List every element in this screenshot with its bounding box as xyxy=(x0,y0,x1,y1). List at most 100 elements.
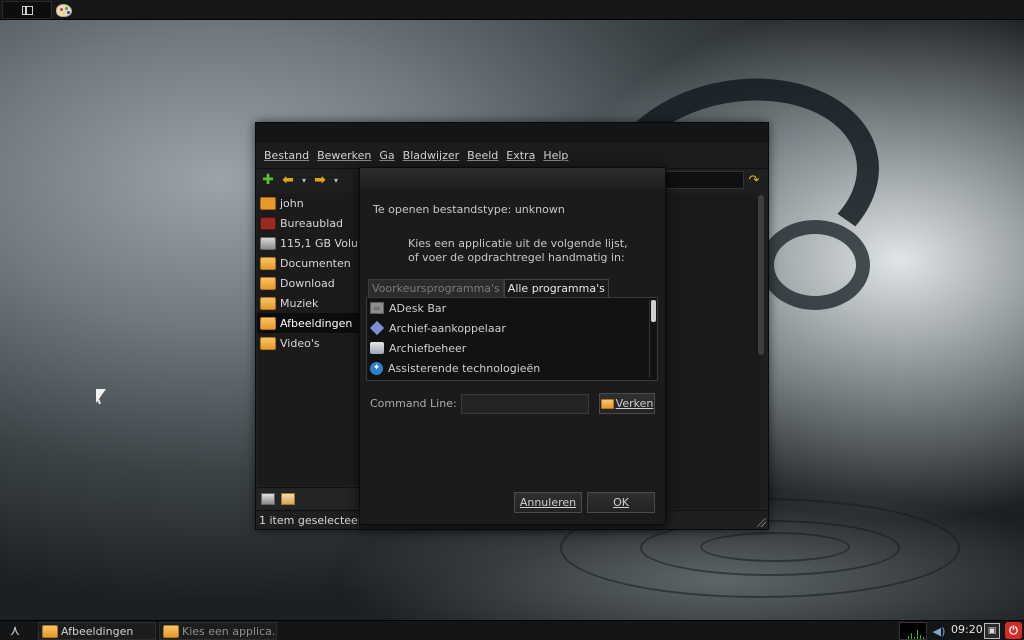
menu-help[interactable]: Help xyxy=(543,149,568,162)
task-label: Kies een applica... xyxy=(182,624,277,638)
arrow-right-icon: ➡ xyxy=(314,172,326,188)
ok-button[interactable]: OK xyxy=(587,492,655,513)
tab-preferred-programs[interactable]: Voorkeursprogramma's xyxy=(368,279,504,297)
ok-label: OK xyxy=(613,496,629,509)
folder-open-icon xyxy=(600,398,614,409)
browse-button[interactable]: Verken xyxy=(599,393,655,414)
command-line-input[interactable] xyxy=(461,394,589,414)
browse-label: Verken xyxy=(615,397,654,410)
water-ripple-decoration xyxy=(700,532,850,562)
menu-ga[interactable]: Ga xyxy=(379,149,394,162)
sidebar-item-desktop[interactable]: Bureaublad xyxy=(257,213,361,233)
app-label: Archiefbeheer xyxy=(389,341,467,355)
menu-extra[interactable]: Extra xyxy=(506,149,535,162)
task-label: Afbeeldingen xyxy=(61,624,134,638)
application-list: ▭ ADesk Bar Archief-aankoppelaar Archief… xyxy=(366,297,658,381)
sidebar-item-documenten[interactable]: Documenten xyxy=(257,253,361,273)
archive-mounter-icon xyxy=(369,320,385,336)
chevron-down-icon: ▾ xyxy=(333,175,338,185)
back-history-dropdown[interactable]: ▾ xyxy=(300,176,308,185)
cpu-monitor[interactable] xyxy=(899,622,927,640)
sidebar-item-label: Download xyxy=(280,276,335,290)
app-tabs: Voorkeursprogramma's Alle programma's xyxy=(368,279,609,297)
folder-icon xyxy=(163,624,179,638)
water-splash-decoration xyxy=(760,220,870,310)
arrow-left-icon: ⬅ xyxy=(282,172,294,188)
app-label: Archief-aankoppelaar xyxy=(389,321,506,335)
sidebar-item-videos[interactable]: Video's xyxy=(257,333,361,353)
sidebar-item-label: 115,1 GB Volume xyxy=(280,236,361,250)
new-tab-button[interactable]: ✚ xyxy=(260,172,276,188)
menu-bewerken[interactable]: Bewerken xyxy=(317,149,371,162)
lock-screen-icon[interactable]: ▣ xyxy=(984,623,1000,639)
plus-icon: ✚ xyxy=(262,172,274,188)
resize-grip[interactable] xyxy=(757,518,766,527)
folder-icon xyxy=(260,276,276,290)
back-button[interactable]: ⬅ xyxy=(280,172,296,188)
folder-icon xyxy=(42,624,58,638)
file-view[interactable] xyxy=(664,193,760,509)
taskbar: ⋏ Afbeeldingen Kies een applica... ◀) 09… xyxy=(0,620,1024,640)
status-text: 1 item geselecteerd xyxy=(259,513,370,527)
archive-manager-icon xyxy=(370,342,384,354)
sidebar-item-afbeeldingen[interactable]: Afbeeldingen xyxy=(257,313,361,333)
task-file-manager[interactable]: Afbeeldingen xyxy=(38,622,156,640)
start-menu-button[interactable]: ⋏ xyxy=(2,622,28,640)
sidebar-item-home[interactable]: john xyxy=(257,193,361,213)
forward-button[interactable]: ➡ xyxy=(312,172,328,188)
sidebar-places: john Bureaublad 115,1 GB Volume Document… xyxy=(257,193,361,485)
scrollbar-thumb[interactable] xyxy=(651,300,656,322)
open-with-dialog: Te openen bestandstype: unknown Kies een… xyxy=(359,167,666,525)
mouse-cursor-icon xyxy=(96,389,106,403)
desktop-icon xyxy=(260,216,276,230)
menu-beeld[interactable]: Beeld xyxy=(467,149,498,162)
task-open-with-dialog[interactable]: Kies een applica... xyxy=(159,622,277,640)
paint-palette-icon xyxy=(56,3,72,17)
location-bar[interactable] xyxy=(664,171,744,189)
cancel-button[interactable]: Annuleren xyxy=(514,492,582,513)
folder-icon xyxy=(260,296,276,310)
tree-view-button[interactable] xyxy=(281,492,295,505)
filetype-row: Te openen bestandstype: unknown xyxy=(373,203,565,216)
sidebar-item-label: Documenten xyxy=(280,256,351,270)
app-label: ADesk Bar xyxy=(389,301,447,315)
accessibility-icon: ✦ xyxy=(370,361,383,375)
clock[interactable]: 09:20 xyxy=(951,623,983,636)
sidebar-item-label: john xyxy=(280,196,304,210)
go-button[interactable]: ↷ xyxy=(746,172,762,188)
app-label: Assisterende technologieën xyxy=(388,361,541,375)
volume-icon[interactable]: ◀) xyxy=(932,623,946,639)
list-item[interactable]: Archief-aankoppelaar xyxy=(367,318,657,338)
forward-history-dropdown[interactable]: ▾ xyxy=(332,176,340,185)
show-desktop-icon xyxy=(21,5,33,15)
folder-icon xyxy=(260,316,276,330)
list-item[interactable]: ✦ Assisterende technologieën xyxy=(367,358,657,378)
filetype-value: unknown xyxy=(514,203,565,216)
folder-icon xyxy=(260,256,276,270)
sidebar-item-volume[interactable]: 115,1 GB Volume xyxy=(257,233,361,253)
list-item[interactable]: ▭ ADesk Bar xyxy=(367,298,657,318)
window-titlebar[interactable] xyxy=(256,123,768,143)
file-view-scrollbar[interactable] xyxy=(758,195,764,355)
menu-bladwijzer[interactable]: Bladwijzer xyxy=(403,149,460,162)
menu-bar: Bestand Bewerken Ga Bladwijzer Beeld Ext… xyxy=(256,143,768,169)
tab-all-programs[interactable]: Alle programma's xyxy=(503,279,609,297)
places-view-button[interactable] xyxy=(261,492,275,505)
paint-launcher-button[interactable] xyxy=(54,1,74,19)
power-icon[interactable]: ⏻ xyxy=(1005,622,1022,639)
show-desktop-button[interactable] xyxy=(2,1,52,19)
drive-icon xyxy=(260,236,276,250)
sidebar-item-label: Video's xyxy=(280,336,320,350)
sidebar-item-label: Bureaublad xyxy=(280,216,344,230)
menu-bestand[interactable]: Bestand xyxy=(264,149,309,162)
command-line-label: Command Line: xyxy=(370,397,457,410)
folder-icon xyxy=(260,336,276,350)
list-item[interactable]: Archiefbeheer xyxy=(367,338,657,358)
cancel-label: Annuleren xyxy=(519,496,577,509)
sidebar-item-muziek[interactable]: Muziek xyxy=(257,293,361,313)
sidebar-item-download[interactable]: Download xyxy=(257,273,361,293)
dialog-titlebar[interactable] xyxy=(360,168,665,188)
sidebar-item-label: Afbeeldingen xyxy=(280,316,353,330)
application-list-scrollbar[interactable] xyxy=(649,300,656,378)
desk-bar-icon: ▭ xyxy=(370,302,384,314)
